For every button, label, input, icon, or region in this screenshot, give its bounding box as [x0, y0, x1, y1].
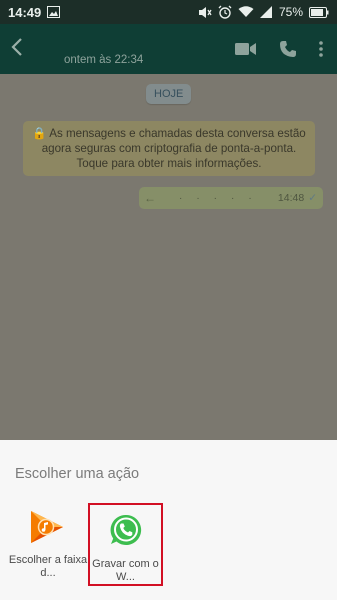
message-time: 14:48	[277, 192, 305, 204]
alarm-icon	[218, 5, 232, 19]
status-time: 14:49	[8, 4, 42, 20]
chat-app-bar: ontem às 22:34	[0, 24, 337, 74]
action-chooser-sheet: Escolher uma ação Escolher a faixa d...	[0, 440, 337, 600]
battery-percent: 75%	[278, 5, 303, 19]
last-seen: ontem às 22:34	[64, 54, 144, 66]
whatsapp-record-option[interactable]: Gravar com o W...	[88, 503, 163, 586]
video-call-icon[interactable]	[235, 42, 257, 56]
message-content-dots: ·····	[179, 193, 266, 204]
image-icon	[47, 6, 61, 18]
wifi-icon	[238, 6, 254, 18]
more-icon[interactable]	[319, 41, 323, 57]
option-label: Gravar com o W...	[92, 558, 159, 583]
phone-icon[interactable]	[279, 40, 297, 58]
date-label: HOJE	[146, 84, 192, 104]
google-play-music-option[interactable]: Escolher a faixa d...	[8, 508, 88, 580]
signal-icon	[259, 6, 273, 18]
google-play-music-icon	[29, 508, 67, 548]
forward-arrow-icon: ←	[144, 191, 156, 205]
whatsapp-icon	[109, 513, 143, 552]
encryption-notice[interactable]: 🔒 As mensagens e chamadas desta conversa…	[23, 121, 315, 176]
sheet-title: Escolher uma ação	[15, 466, 140, 482]
status-bar: 14:49 75%	[0, 0, 337, 24]
back-icon	[11, 36, 23, 62]
message-status-icon: ✓	[308, 192, 317, 204]
chat-area: HOJE 🔒 As mensagens e chamadas desta con…	[0, 74, 337, 440]
message-bubble[interactable]: ← ····· 14:48 ✓	[139, 187, 323, 209]
option-label: Escolher a faixa d...	[8, 554, 88, 579]
back-button[interactable]	[0, 24, 34, 74]
contact-info[interactable]: ontem às 22:34	[34, 32, 235, 66]
mute-icon	[198, 6, 212, 19]
battery-icon	[309, 6, 329, 18]
